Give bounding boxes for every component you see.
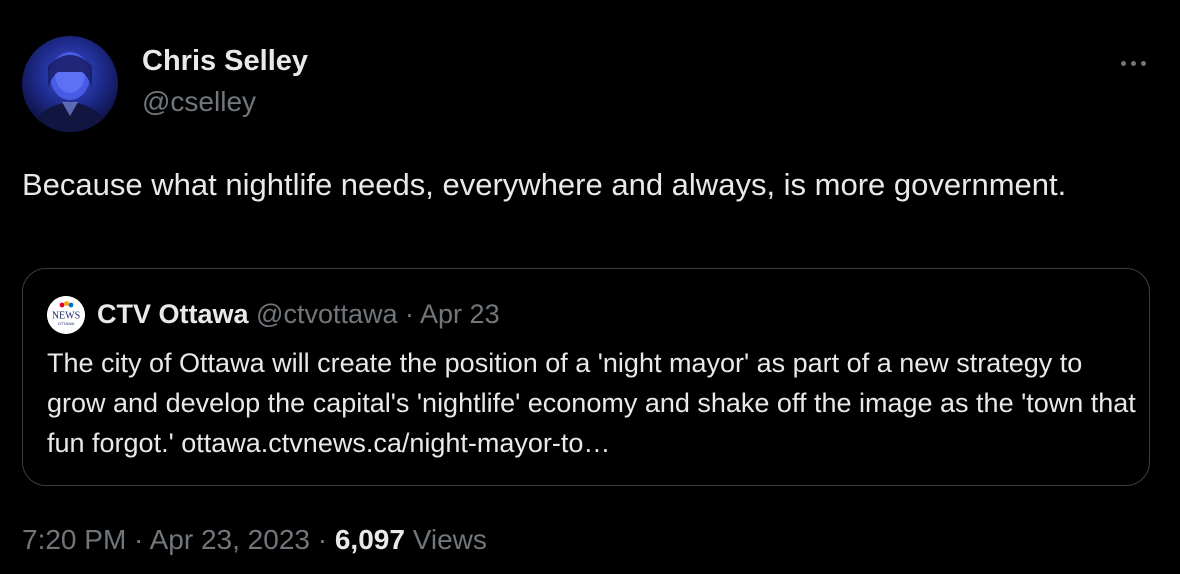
ctv-news-logo[interactable]: NEWS OTTAWA	[47, 296, 85, 334]
views-label: Views	[412, 524, 487, 555]
more-options-icon	[1120, 60, 1126, 66]
quoted-tweet-text: The city of Ottawa will create the posit…	[47, 343, 1137, 463]
author-avatar[interactable]	[22, 36, 118, 132]
quoted-author-handle[interactable]: @ctvottawa	[256, 299, 397, 329]
footer-separator: ·	[309, 524, 335, 555]
ctv-logo-text: NEWS	[52, 311, 80, 322]
quoted-author-name[interactable]: CTV Ottawa	[97, 299, 249, 329]
author-avatar-image	[32, 52, 108, 132]
tweet-footer: 7:20 PM · Apr 23, 2023 · 6,097 Views	[22, 524, 487, 556]
tweet-text: Because what nightlife needs, everywhere…	[22, 167, 1067, 202]
tweet-date[interactable]: Apr 23, 2023	[150, 524, 310, 555]
author-handle[interactable]: @cselley	[142, 86, 256, 118]
quoted-tweet-card[interactable]: NEWS OTTAWA CTV Ottawa @ctvottawa · Apr …	[22, 268, 1150, 486]
more-options-button[interactable]	[1110, 48, 1156, 78]
ctv-logo-subtext: OTTAWA	[58, 321, 75, 326]
author-name[interactable]: Chris Selley	[142, 45, 308, 78]
tweet-time[interactable]: 7:20 PM	[22, 524, 126, 555]
quoted-date[interactable]: Apr 23	[420, 299, 500, 329]
footer-separator: ·	[126, 524, 150, 555]
tweet: Chris Selley @cselley Because what night…	[0, 0, 1180, 574]
ctv-news-logo-icon: NEWS OTTAWA	[47, 296, 85, 334]
more-options-dot	[1130, 60, 1136, 66]
quoted-tweet-header: CTV Ottawa @ctvottawa · Apr 23	[97, 299, 500, 330]
quoted-separator: ·	[397, 299, 421, 329]
more-options-dot	[1140, 60, 1146, 66]
views-count: 6,097	[334, 524, 405, 555]
quoted-tweet-link[interactable]: ottawa.ctvnews.ca/night-mayor-to…	[181, 428, 610, 458]
